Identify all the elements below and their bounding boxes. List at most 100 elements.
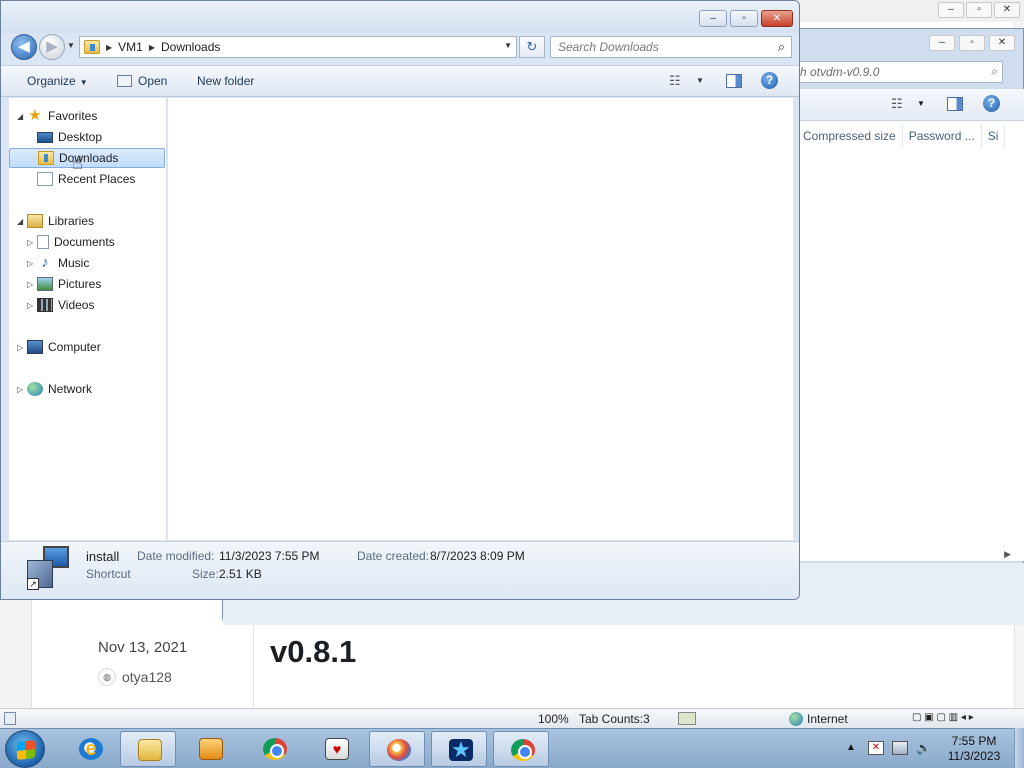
forward-button[interactable]: ▶ [39,34,65,60]
browser-caption-buttons: – ▫ ✕ [938,2,1020,18]
archive-maximize-button[interactable]: ▫ [959,35,985,51]
search-placeholder: Search Downloads [558,40,659,54]
taskbar-paint-button[interactable] [369,731,425,767]
nav-item-downloads[interactable]: Downloads [9,148,165,168]
pictures-icon [37,277,53,291]
clock-time: 7:55 PM [951,734,997,748]
address-history-dropdown[interactable]: ▼ [504,41,512,50]
clock[interactable]: 7:55 PM 11/3/2023 [936,734,1012,764]
volume-icon[interactable]: 🔈 [916,741,932,755]
file-list-area[interactable] [168,98,793,540]
address-bar[interactable]: ▶ VM1 ▶ Downloads ▼ [79,36,517,58]
recent-pages-dropdown[interactable]: ▼ [67,41,75,50]
help-icon[interactable]: ? [761,72,778,89]
views-icon[interactable]: ☷ [891,96,903,112]
new-folder-button[interactable]: New folder [197,74,254,88]
search-input[interactable]: Search Downloads ⌕ [550,36,792,58]
recent-places-icon [37,172,53,186]
column-header-password[interactable]: Password ... [903,125,982,147]
breadcrumb-downloads[interactable]: Downloads [161,40,220,54]
taskbar-solitaire-button[interactable]: ♥ [308,731,364,767]
maximize-button[interactable]: ▫ [730,10,758,27]
collapsed-arrow-icon[interactable]: ▷ [17,343,27,352]
nav-item-favorites[interactable]: ◢ ★ Favorites [17,106,97,126]
scroll-right-arrow-icon[interactable]: ▶ [1004,549,1011,560]
page-left-gutter [0,590,32,708]
nav-item-label: Desktop [58,130,103,144]
breadcrumb-vm1[interactable]: VM1 [118,40,143,54]
taskbar-chrome-button[interactable] [493,731,549,767]
network-status-icon[interactable] [892,741,908,755]
views-icon[interactable]: ☷ [669,73,681,89]
search-icon[interactable]: ⌕ [991,64,998,79]
taskbar-windows-explorer-button[interactable] [120,731,176,767]
release-author[interactable]: otya128 [122,669,172,685]
status-bar-icons[interactable]: ▢ ▣ ▢ ▥ ◂ ▸ [912,712,974,723]
nav-item-network[interactable]: ▷ Network [17,379,92,399]
archive-close-button[interactable]: ✕ [989,35,1015,51]
collapsed-arrow-icon[interactable]: ▷ [27,301,37,310]
help-icon[interactable]: ? [983,95,1000,112]
collapsed-arrow-icon[interactable]: ▷ [27,259,37,268]
start-button[interactable] [5,730,45,768]
chrome-icon [263,738,287,760]
show-desktop-button[interactable] [1014,728,1024,768]
preview-pane-icon[interactable] [947,97,963,111]
taskbar-chrome-button[interactable] [246,731,302,767]
breadcrumb-separator-icon[interactable]: ▶ [106,43,112,52]
breadcrumb-separator-icon[interactable]: ▶ [149,43,155,52]
show-hidden-icons-icon[interactable]: ▲ [846,742,856,753]
zoom-level[interactable]: 100% [538,712,569,726]
preview-pane-icon[interactable] [726,74,742,88]
navigation-pane: ◢ ★ Favorites Desktop Downloads Recent Places… [9,98,167,540]
nav-item-documents[interactable]: ▷ Documents [27,232,115,252]
tab-counts: Tab Counts:3 [579,712,650,726]
security-zone[interactable]: Internet [789,712,848,726]
release-author-row[interactable]: ◍ otya128 [98,668,172,686]
archive-search-input[interactable]: rch otvdm-v0.9.0 ⌕ [783,61,1003,83]
archive-file-list[interactable]: Compressed size Password ... Si [797,121,1024,561]
nav-item-videos[interactable]: ▷ Videos [27,295,94,315]
views-chevron-down-icon[interactable]: ▼ [696,76,704,85]
collapsed-arrow-icon[interactable]: ▷ [27,238,37,247]
refresh-button[interactable]: ↻ [519,36,545,58]
views-caret-icon[interactable]: ▼ [917,99,925,108]
browser-close-button[interactable]: ✕ [994,2,1020,18]
browser-maximize-button[interactable]: ▫ [966,2,992,18]
installer-shortcut-icon: ↗ [25,546,71,590]
collapsed-arrow-icon[interactable]: ▷ [17,385,27,394]
details-modified-value: 11/3/2023 7:55 PM [219,549,320,563]
browser-minimize-button[interactable]: – [938,2,964,18]
taskbar-media-player-button[interactable] [182,731,238,767]
videos-icon [37,298,53,312]
nav-item-pictures[interactable]: ▷ Pictures [27,274,101,294]
taskbar-internet-explorer-button[interactable]: e [62,731,118,767]
release-version-heading[interactable]: v0.8.1 [270,634,356,670]
column-header-compressed-size[interactable]: Compressed size [797,125,903,147]
action-center-flag-icon[interactable]: ✕ [868,741,884,755]
archive-minimize-button[interactable]: – [929,35,955,51]
chevron-down-icon: ▼ [79,78,88,87]
organize-button[interactable]: Organize ▼ [27,74,88,88]
downloads-folder-icon [84,40,100,54]
tab-counts-icon[interactable] [678,712,696,725]
collapsed-arrow-icon[interactable]: ▷ [27,280,37,289]
nav-item-libraries[interactable]: ◢ Libraries [17,211,94,231]
nav-item-computer[interactable]: ▷ Computer [17,337,101,357]
expanded-arrow-icon[interactable]: ◢ [17,112,27,121]
nav-item-label: Documents [54,235,115,249]
column-header-size[interactable]: Si [982,125,1006,147]
search-icon[interactable]: ⌕ [778,39,785,55]
nav-item-music[interactable]: ▷ ♪ Music [27,253,89,273]
close-button[interactable]: ✕ [761,10,793,27]
back-button[interactable]: ◀ [11,34,37,60]
star-app-icon: ★ [449,739,473,761]
open-button[interactable]: Open [117,74,167,88]
minimize-button[interactable]: – [699,10,727,27]
expanded-arrow-icon[interactable]: ◢ [17,217,27,226]
nav-item-desktop[interactable]: Desktop [27,127,102,147]
explorer-titlebar[interactable]: – ▫ ✕ [1,1,799,33]
author-avatar[interactable]: ◍ [98,668,116,686]
taskbar-star-app-button[interactable]: ★ [431,731,487,767]
star-icon: ★ [28,107,42,124]
